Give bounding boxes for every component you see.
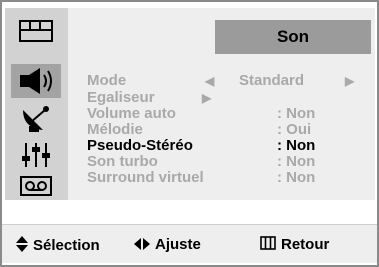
- footer-select-label: Sélection: [33, 237, 100, 254]
- arrow-right-icon[interactable]: ▶: [345, 72, 354, 90]
- menu-row-label: Son turbo: [87, 153, 158, 170]
- menu-row-value: : Non: [277, 169, 316, 186]
- satellite-icon[interactable]: [16, 104, 56, 134]
- menu-row-surround-virtuel[interactable]: Surround virtuel : Non: [87, 170, 367, 186]
- menu-row-son-turbo[interactable]: Son turbo : Non: [87, 154, 367, 170]
- osd-menu-window: Son Mode ◀ Standard ▶ Egaliseur ▶ Volume…: [0, 0, 379, 267]
- menu-row-mode[interactable]: Mode ◀ Standard ▶: [87, 72, 367, 90]
- menu-row-label: Mélodie: [87, 121, 143, 138]
- arrow-right-icon[interactable]: ▶: [202, 90, 211, 106]
- menu-title: Son: [215, 20, 371, 54]
- menu-row-value: : Non: [277, 153, 316, 170]
- menu-row-value: Standard: [239, 72, 305, 89]
- up-down-icon: [16, 236, 28, 255]
- picture-icon[interactable]: [16, 16, 56, 46]
- menu-row-egaliseur[interactable]: Egaliseur ▶: [87, 90, 367, 106]
- footer-return-label: Retour: [281, 236, 330, 253]
- sidebar: [5, 8, 68, 200]
- menu-row-value: : Oui: [277, 121, 312, 138]
- arrow-left-icon[interactable]: ◀: [205, 72, 214, 90]
- menu-row-label: Mode: [87, 72, 127, 89]
- menu-row-label: Egaliseur: [87, 89, 155, 106]
- menu-row-label: Pseudo-Stéréo: [87, 137, 193, 154]
- menu-row-value: : Non: [277, 105, 316, 122]
- footer-help-bar: Sélection Ajuste Retour: [2, 224, 377, 263]
- left-right-icon: [134, 237, 150, 253]
- menu-row-label: Volume auto: [87, 105, 176, 122]
- speaker-icon[interactable]: [11, 64, 61, 98]
- footer-adjust-hint: Ajuste: [134, 236, 201, 253]
- menu-row-label: Surround virtuel: [87, 169, 204, 186]
- footer-select-hint: Sélection: [16, 236, 100, 255]
- menu-row-value: : Non: [277, 137, 316, 154]
- menu-row-pseudo-stereo[interactable]: Pseudo-Stéréo : Non: [87, 138, 367, 154]
- equalizer-icon[interactable]: [16, 140, 56, 170]
- menu-row-volume-auto[interactable]: Volume auto : Non: [87, 106, 367, 122]
- tape-icon[interactable]: [16, 171, 56, 201]
- menu-row-melodie[interactable]: Mélodie : Oui: [87, 122, 367, 138]
- menu-panel: Son Mode ◀ Standard ▶ Egaliseur ▶ Volume…: [5, 8, 375, 200]
- sound-menu-list: Mode ◀ Standard ▶ Egaliseur ▶ Volume aut…: [87, 72, 367, 186]
- footer-adjust-label: Ajuste: [155, 236, 201, 253]
- footer-return-hint: Retour: [260, 236, 329, 253]
- menu-icon: [260, 236, 276, 253]
